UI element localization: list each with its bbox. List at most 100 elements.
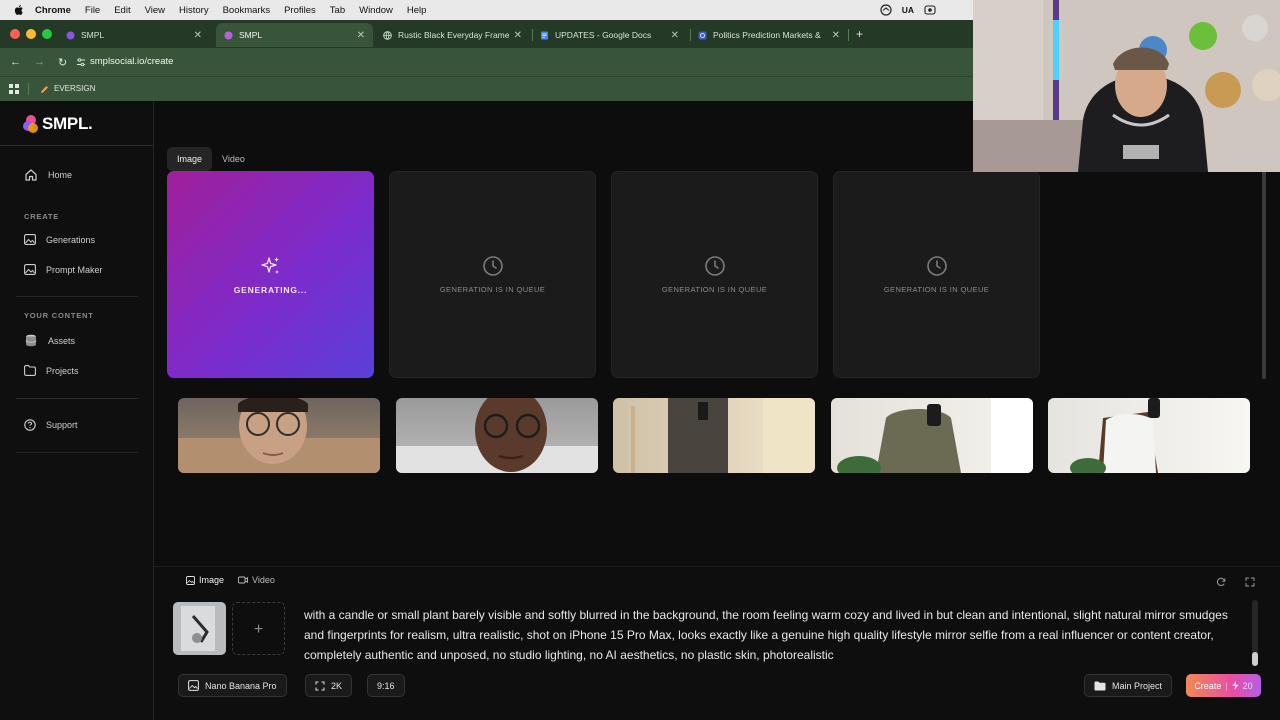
apps-grid-icon[interactable] [9, 84, 19, 94]
aspect-ratio-selector[interactable]: 9:16 [367, 674, 405, 697]
prompt-textarea[interactable]: with a candle or small plant barely visi… [304, 597, 1244, 665]
browser-tab-rustic-frame[interactable]: Rustic Black Everyday Frame ✕ [375, 23, 530, 47]
browser-tab-google-docs[interactable]: UPDATES - Google Docs ✕ [532, 23, 687, 47]
menu-history[interactable]: History [179, 5, 209, 16]
sidebar-item-label: Generations [46, 234, 96, 245]
tab-title: UPDATES - Google Docs [555, 30, 652, 40]
window-controls [10, 29, 52, 39]
tab-title: SMPL [81, 30, 105, 40]
image-icon [24, 234, 36, 245]
project-selector[interactable]: Main Project [1084, 674, 1173, 697]
address-bar-url[interactable]: smplsocial.io/create [90, 56, 173, 67]
sidebar-divider [16, 398, 138, 399]
sidebar-item-label: Prompt Maker [46, 264, 103, 275]
status-icon[interactable] [880, 4, 892, 16]
google-docs-icon [541, 31, 548, 39]
close-tab-icon[interactable]: ✕ [357, 30, 365, 41]
generation-card-queued[interactable]: GENERATION IS IN QUEUE [833, 171, 1040, 378]
resolution-value: 2K [331, 680, 343, 691]
browser-tab-smpl-1[interactable]: SMPL ✕ [58, 23, 210, 47]
menu-app-name[interactable]: Chrome [35, 5, 71, 16]
browser-tab-politics-markets[interactable]: Politics Prediction Markets & ✕ [690, 23, 848, 47]
back-arrow-icon[interactable]: ← [10, 56, 21, 68]
menu-profiles[interactable]: Profiles [284, 5, 316, 16]
sidebar-item-prompt-maker[interactable]: Prompt Maker [24, 264, 103, 275]
sidebar: SMPL. Home CREATE Generations Prompt Mak… [0, 101, 154, 720]
sidebar-divider [0, 145, 154, 146]
smpl-app: SMPL. Home CREATE Generations Prompt Mak… [0, 101, 1280, 720]
generated-image-thumbnail[interactable] [613, 398, 815, 473]
close-tab-icon[interactable]: ✕ [671, 30, 679, 41]
smpl-logo-mark [23, 115, 38, 133]
composer-tab-image[interactable]: Image [186, 575, 224, 585]
composer-tab-video[interactable]: Video [238, 575, 275, 585]
reload-icon[interactable]: ↻ [58, 56, 67, 69]
minimize-window-button[interactable] [26, 29, 36, 39]
create-button[interactable]: Create | 20 [1186, 674, 1261, 697]
video-camera-icon [238, 576, 248, 584]
sidebar-item-label: Assets [48, 335, 76, 346]
smpl-logo[interactable]: SMPL. [22, 113, 93, 135]
project-name: Main Project [1112, 680, 1163, 691]
generation-status: GENERATION IS IN QUEUE [439, 285, 546, 294]
browser-tab-smpl-active[interactable]: SMPL ✕ [216, 23, 373, 47]
smpl-favicon [224, 31, 233, 39]
menu-file[interactable]: File [85, 5, 100, 16]
sidebar-item-support[interactable]: Support [24, 419, 78, 431]
menu-edit[interactable]: Edit [114, 5, 130, 16]
expand-icon[interactable] [1245, 577, 1255, 587]
prompt-composer: Image Video + with a candle or small pla… [154, 566, 1280, 720]
generation-card-generating[interactable]: GENERATING... [167, 171, 374, 378]
tab-title: Politics Prediction Markets & [713, 30, 821, 40]
logo-text: SMPL. [42, 114, 93, 133]
menu-view[interactable]: View [145, 5, 165, 16]
close-tab-icon[interactable]: ✕ [194, 30, 202, 41]
prompt-scrollbar-thumb[interactable] [1252, 652, 1258, 666]
sidebar-item-projects[interactable]: Projects [24, 365, 79, 376]
clock-icon [482, 256, 503, 276]
new-tab-button[interactable]: + [856, 27, 863, 41]
browser-tab-strip: SMPL ✕ SMPL ✕ Rustic Black Everyday Fram… [0, 20, 975, 48]
sidebar-item-assets[interactable]: Assets [24, 334, 75, 347]
close-tab-icon[interactable]: ✕ [832, 30, 840, 41]
media-type-tabs: Image Video [167, 147, 255, 171]
generated-image-thumbnail[interactable] [396, 398, 598, 473]
sidebar-item-home[interactable]: Home [24, 168, 72, 182]
apple-icon[interactable] [13, 4, 25, 16]
menu-help[interactable]: Help [407, 5, 427, 16]
control-icon[interactable] [924, 5, 936, 15]
menu-tab[interactable]: Tab [330, 5, 345, 16]
generated-image-thumbnail[interactable] [1048, 398, 1250, 473]
mirror-selfie-photo [631, 398, 815, 473]
close-tab-icon[interactable]: ✕ [514, 30, 522, 41]
sidebar-heading-your-content: YOUR CONTENT [24, 311, 94, 320]
reference-image[interactable] [173, 602, 226, 655]
generated-image-thumbnail[interactable] [831, 398, 1033, 473]
folder-icon [24, 365, 36, 376]
sidebar-item-generations[interactable]: Generations [24, 234, 95, 245]
bookmark-eversign[interactable]: EVERSIGN [54, 84, 95, 93]
resolution-selector[interactable]: 2K [305, 674, 353, 697]
model-selector[interactable]: Nano Banana Pro [178, 674, 287, 697]
sidebar-heading-create: CREATE [24, 212, 60, 221]
menu-window[interactable]: Window [359, 5, 393, 16]
gallery-scrollbar[interactable] [1262, 171, 1266, 379]
tab-image[interactable]: Image [167, 147, 213, 171]
bookmark-divider [28, 83, 29, 95]
generation-card-queued[interactable]: GENERATION IS IN QUEUE [611, 171, 818, 378]
refresh-icon[interactable] [1216, 577, 1226, 587]
input-source-indicator[interactable]: UA [902, 5, 914, 15]
add-reference-button[interactable]: + [232, 602, 285, 655]
close-window-button[interactable] [10, 29, 20, 39]
forward-arrow-icon[interactable]: → [34, 56, 45, 68]
generation-status: GENERATION IS IN QUEUE [661, 285, 768, 294]
tab-video[interactable]: Video [212, 147, 255, 171]
site-settings-icon[interactable] [76, 58, 86, 67]
prompt-scrollbar[interactable] [1252, 600, 1258, 666]
zoom-window-button[interactable] [42, 29, 52, 39]
generation-status: GENERATION IS IN QUEUE [883, 285, 990, 294]
generated-image-thumbnail[interactable] [178, 398, 380, 473]
menu-bookmarks[interactable]: Bookmarks [223, 5, 271, 16]
generation-card-queued[interactable]: GENERATION IS IN QUEUE [389, 171, 596, 378]
webcam-feed [973, 0, 1280, 172]
